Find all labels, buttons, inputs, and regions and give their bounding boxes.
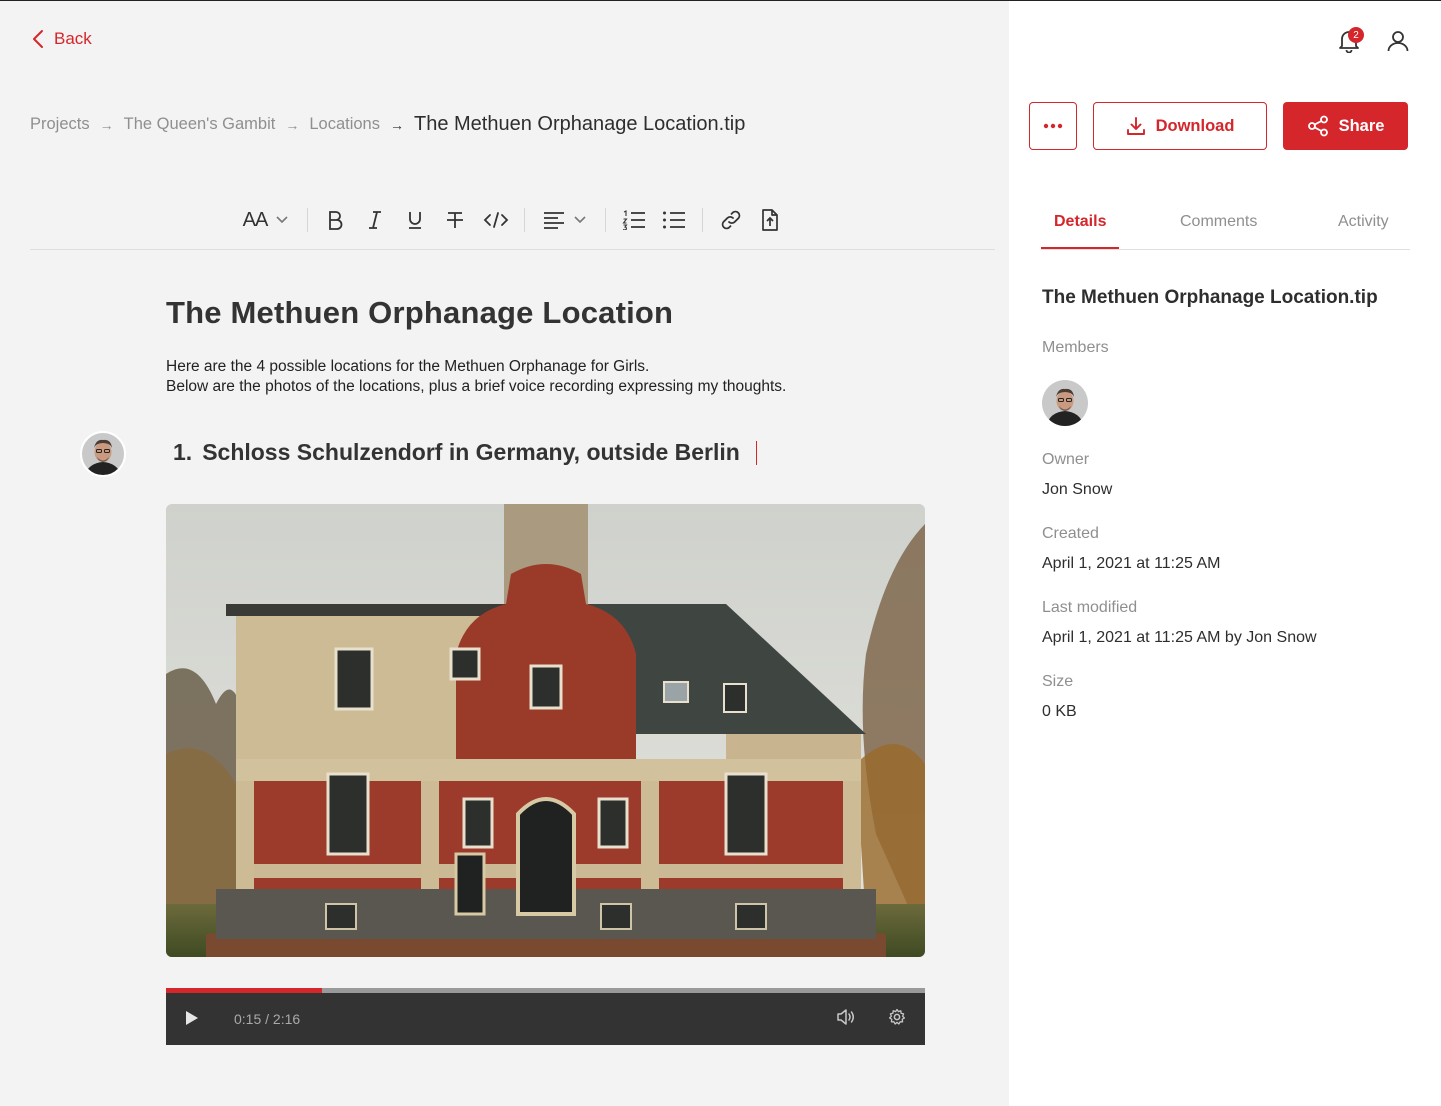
- list-item-text: Schloss Schulzendorf in Germany, outside…: [202, 439, 740, 465]
- download-button[interactable]: Download: [1093, 102, 1267, 150]
- link-icon: [721, 210, 741, 230]
- owner-label: Owner: [1042, 451, 1090, 468]
- playback-time: 0:15 / 2:16: [234, 1011, 301, 1027]
- progress-fill: [166, 988, 322, 993]
- editor-pane: Back Projects → The Queen's Gambit → Loc…: [0, 1, 1009, 1106]
- italic-icon: [369, 211, 381, 229]
- paragraph-line: Here are the 4 possible locations for th…: [166, 358, 650, 375]
- italic-button[interactable]: [363, 204, 387, 236]
- chevron-down-icon: [574, 216, 586, 224]
- share-icon: [1307, 115, 1328, 137]
- editor-toolbar: AA: [30, 196, 995, 250]
- breadcrumb-queens-gambit[interactable]: The Queen's Gambit: [124, 115, 276, 134]
- download-icon: [1126, 117, 1145, 135]
- strikethrough-button[interactable]: [443, 204, 467, 236]
- arrow-right-icon: →: [285, 116, 300, 133]
- arrow-right-icon: →: [389, 116, 404, 133]
- align-left-icon: [544, 212, 564, 229]
- breadcrumb-locations[interactable]: Locations: [309, 115, 380, 134]
- progress-track[interactable]: [166, 988, 925, 993]
- chevron-down-icon: [276, 216, 288, 224]
- more-horizontal-icon: [1043, 123, 1063, 129]
- owner-value: Jon Snow: [1042, 481, 1113, 498]
- arrow-right-icon: →: [99, 116, 114, 133]
- numbered-list-icon: [622, 210, 645, 230]
- export-button[interactable]: [758, 204, 782, 236]
- audio-player: 0:15 / 2:16: [166, 988, 925, 1045]
- detail-tabs: Details Comments Activity: [1041, 199, 1410, 250]
- settings-button[interactable]: [888, 1008, 906, 1031]
- volume-icon: [837, 1009, 854, 1025]
- list-item-number: 1.: [173, 439, 193, 465]
- tab-details[interactable]: Details: [1054, 213, 1106, 231]
- member-avatar[interactable]: [1042, 380, 1088, 426]
- details-panel: 2 Download Share Details Comments Activi…: [1009, 1, 1441, 1106]
- bold-button[interactable]: [323, 204, 347, 236]
- bullet-list-button[interactable]: [661, 204, 687, 236]
- link-button[interactable]: [718, 204, 744, 236]
- notification-badge: 2: [1348, 27, 1364, 43]
- details-title: The Methuen Orphanage Location.tip: [1042, 287, 1378, 308]
- chevron-left-icon: [33, 30, 43, 48]
- list-item-heading[interactable]: 1. Schloss Schulzendorf in Germany, outs…: [173, 439, 757, 466]
- font-size-label: AA: [242, 208, 269, 231]
- play-button[interactable]: [184, 1009, 200, 1032]
- play-icon: [186, 1011, 198, 1025]
- modified-value: April 1, 2021 at 11:25 AM by Jon Snow: [1042, 629, 1317, 646]
- align-dropdown[interactable]: [540, 204, 590, 236]
- breadcrumb: Projects → The Queen's Gambit → Location…: [30, 113, 745, 136]
- file-export-icon: [762, 209, 778, 231]
- font-size-dropdown[interactable]: AA: [240, 204, 292, 236]
- code-icon: [483, 212, 509, 228]
- back-button[interactable]: Back: [32, 29, 92, 49]
- tab-comments[interactable]: Comments: [1180, 213, 1257, 231]
- created-value: April 1, 2021 at 11:25 AM: [1042, 555, 1221, 572]
- text-cursor: [755, 440, 757, 465]
- volume-button[interactable]: [836, 1008, 856, 1031]
- more-options-button[interactable]: [1029, 102, 1077, 150]
- bullet-list-icon: [663, 211, 685, 229]
- gear-icon: [888, 1008, 906, 1025]
- document-paragraph[interactable]: Here are the 4 possible locations for th…: [166, 357, 786, 397]
- back-label: Back: [54, 29, 92, 48]
- numbered-list-button[interactable]: [621, 204, 647, 236]
- size-value: 0 KB: [1042, 703, 1077, 720]
- paragraph-line: Below are the photos of the locations, p…: [166, 378, 787, 395]
- share-label: Share: [1338, 116, 1385, 135]
- document-title[interactable]: The Methuen Orphanage Location: [166, 295, 673, 331]
- created-label: Created: [1042, 525, 1099, 542]
- user-icon: [1387, 31, 1409, 52]
- members-label: Members: [1042, 339, 1109, 356]
- size-label: Size: [1042, 673, 1074, 690]
- share-button[interactable]: Share: [1283, 102, 1408, 150]
- bold-icon: [329, 211, 343, 230]
- avatar[interactable]: [80, 431, 126, 477]
- breadcrumb-current: The Methuen Orphanage Location.tip: [413, 113, 746, 135]
- tab-activity[interactable]: Activity: [1338, 213, 1389, 231]
- user-menu-button[interactable]: [1387, 30, 1409, 57]
- underline-icon: [409, 212, 421, 229]
- modified-label: Last modified: [1042, 599, 1138, 616]
- strikethrough-icon: [447, 212, 463, 228]
- underline-button[interactable]: [403, 204, 427, 236]
- download-label: Download: [1155, 116, 1235, 135]
- active-tab-indicator: [1041, 247, 1119, 249]
- location-photo[interactable]: [166, 504, 925, 957]
- breadcrumb-projects[interactable]: Projects: [30, 115, 90, 134]
- code-button[interactable]: [482, 204, 510, 236]
